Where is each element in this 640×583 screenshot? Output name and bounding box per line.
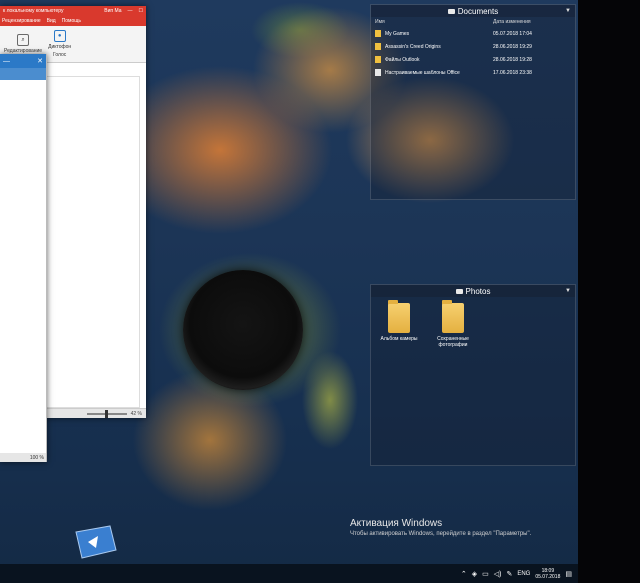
photos-fence-header[interactable]: Photos ▼ (371, 285, 575, 297)
list-item[interactable]: Настраиваемые шаблоны Office 17.06.2018 … (371, 66, 575, 79)
item-date: 05.07.2018 17:04 (493, 30, 532, 37)
dictation-button[interactable]: ● Диктофон Голос (48, 30, 71, 58)
item-name: Настраиваемые шаблоны Office (385, 69, 460, 76)
folder-icon (388, 300, 410, 333)
chevron-down-icon[interactable]: ▼ (565, 8, 571, 14)
item-name: My Games (385, 30, 410, 37)
photos-fence-title: Photos (465, 286, 491, 296)
folder-icon (375, 69, 381, 76)
folder-icon (375, 43, 381, 50)
folder-icon (455, 288, 463, 294)
documents-fence[interactable]: Documents ▼ Имя Дата изменения My Games … (370, 4, 576, 200)
folder-icon (447, 8, 455, 14)
voice-group-label: Голос (52, 52, 67, 58)
folder-icon (375, 56, 381, 63)
chevron-up-icon[interactable]: ⌃ (461, 570, 467, 578)
list-item[interactable]: My Games 05.07.2018 17:04 (371, 27, 575, 40)
word-ribbon-tabs: Рецензирование Вид Помощь (0, 16, 146, 26)
item-name: Assassin's Creed Origins (385, 43, 441, 50)
list-item[interactable]: Файлы Outlook 28.06.2018 19:28 (371, 53, 575, 66)
camera-roll-folder[interactable]: Альбом камеры (379, 300, 419, 342)
secondary-window-toolbar (0, 68, 46, 80)
microphone-icon: ● (53, 30, 66, 42)
close-icon[interactable]: ✕ (37, 57, 43, 65)
folder-label: Альбом камеры (380, 336, 418, 342)
secondary-window-title-bar[interactable]: — ✕ (0, 54, 46, 68)
editor-button[interactable]: ⌕ Редактирование (4, 34, 42, 54)
taskbar: ⌃ ◈ ▭ ◁) ✎ ENG 18:09 05.07.2018 ▤ (0, 564, 578, 583)
documents-column-headers: Имя Дата изменения (371, 17, 575, 27)
system-tray: ⌃ ◈ ▭ ◁) ✎ ENG 18:09 05.07.2018 ▤ (461, 564, 572, 583)
zoom-level[interactable]: 42 % (131, 411, 142, 417)
clock-date: 05.07.2018 (535, 573, 561, 580)
zoom-slider-thumb[interactable] (104, 409, 108, 418)
display-bezel (578, 0, 640, 583)
notifications-icon[interactable]: ▤ (565, 570, 572, 578)
secondary-window[interactable]: — ✕ 100 % (0, 54, 47, 462)
folder-icon (442, 300, 464, 333)
search-icon: ⌕ (17, 34, 30, 46)
dictation-button-label: Диктофон (48, 44, 72, 50)
maximize-icon[interactable]: ☐ (136, 8, 146, 14)
tab-help[interactable]: Помощь (62, 18, 81, 24)
folder-label: Сохраненные фотографии (437, 336, 469, 348)
activation-subtitle: Чтобы активировать Windows, перейдите в … (350, 531, 532, 537)
tab-view[interactable]: Вид (47, 18, 56, 24)
chevron-down-icon[interactable]: ▼ (565, 288, 571, 294)
minimize-icon[interactable]: — (125, 8, 136, 14)
column-name[interactable]: Имя (375, 19, 493, 25)
tab-review[interactable]: Рецензирование (2, 18, 41, 24)
item-date: 17.06.2018 23:38 (493, 69, 532, 76)
activation-watermark: Активация Windows Чтобы активировать Win… (350, 518, 531, 537)
pen-icon[interactable]: ✎ (506, 570, 512, 578)
volume-icon[interactable]: ◁) (494, 570, 502, 578)
document-page[interactable] (40, 76, 140, 408)
desktop-screen: к локальному компьютеру Вип Ма — ☐ Рецен… (0, 0, 640, 583)
word-title-bar[interactable]: к локальному компьютеру Вип Ма — ☐ (0, 6, 146, 16)
list-item[interactable]: Assassin's Creed Origins 28.06.2018 19:2… (371, 40, 575, 53)
documents-fence-header[interactable]: Documents ▼ (371, 5, 575, 17)
minimize-icon[interactable]: — (3, 58, 10, 65)
network-icon[interactable]: ◈ (472, 570, 477, 578)
saved-pictures-folder[interactable]: Сохраненные фотографии (433, 300, 473, 348)
activation-title: Активация Windows (350, 518, 443, 529)
secondary-window-status: 100 % (0, 453, 46, 462)
item-date: 28.06.2018 19:28 (493, 56, 532, 63)
word-title-user: Вип Ма (104, 8, 122, 14)
camera-hole (183, 270, 303, 390)
battery-icon[interactable]: ▭ (482, 570, 489, 578)
zoom-slider[interactable] (86, 409, 127, 418)
column-date[interactable]: Дата изменения (493, 19, 571, 25)
item-date: 28.06.2018 19:29 (493, 43, 532, 50)
secondary-zoom-level: 100 % (29, 454, 44, 461)
clock[interactable]: 18:09 05.07.2018 (535, 568, 560, 580)
item-name: Файлы Outlook (385, 56, 420, 63)
documents-fence-title: Documents (457, 6, 499, 16)
folder-icon (375, 30, 381, 37)
photos-fence[interactable]: Photos ▼ Альбом камеры Сохраненные фотог… (370, 284, 576, 466)
word-title-text: к локальному компьютеру (3, 8, 64, 14)
mobile-review-logo (75, 525, 117, 559)
language-indicator[interactable]: ENG (517, 571, 530, 577)
